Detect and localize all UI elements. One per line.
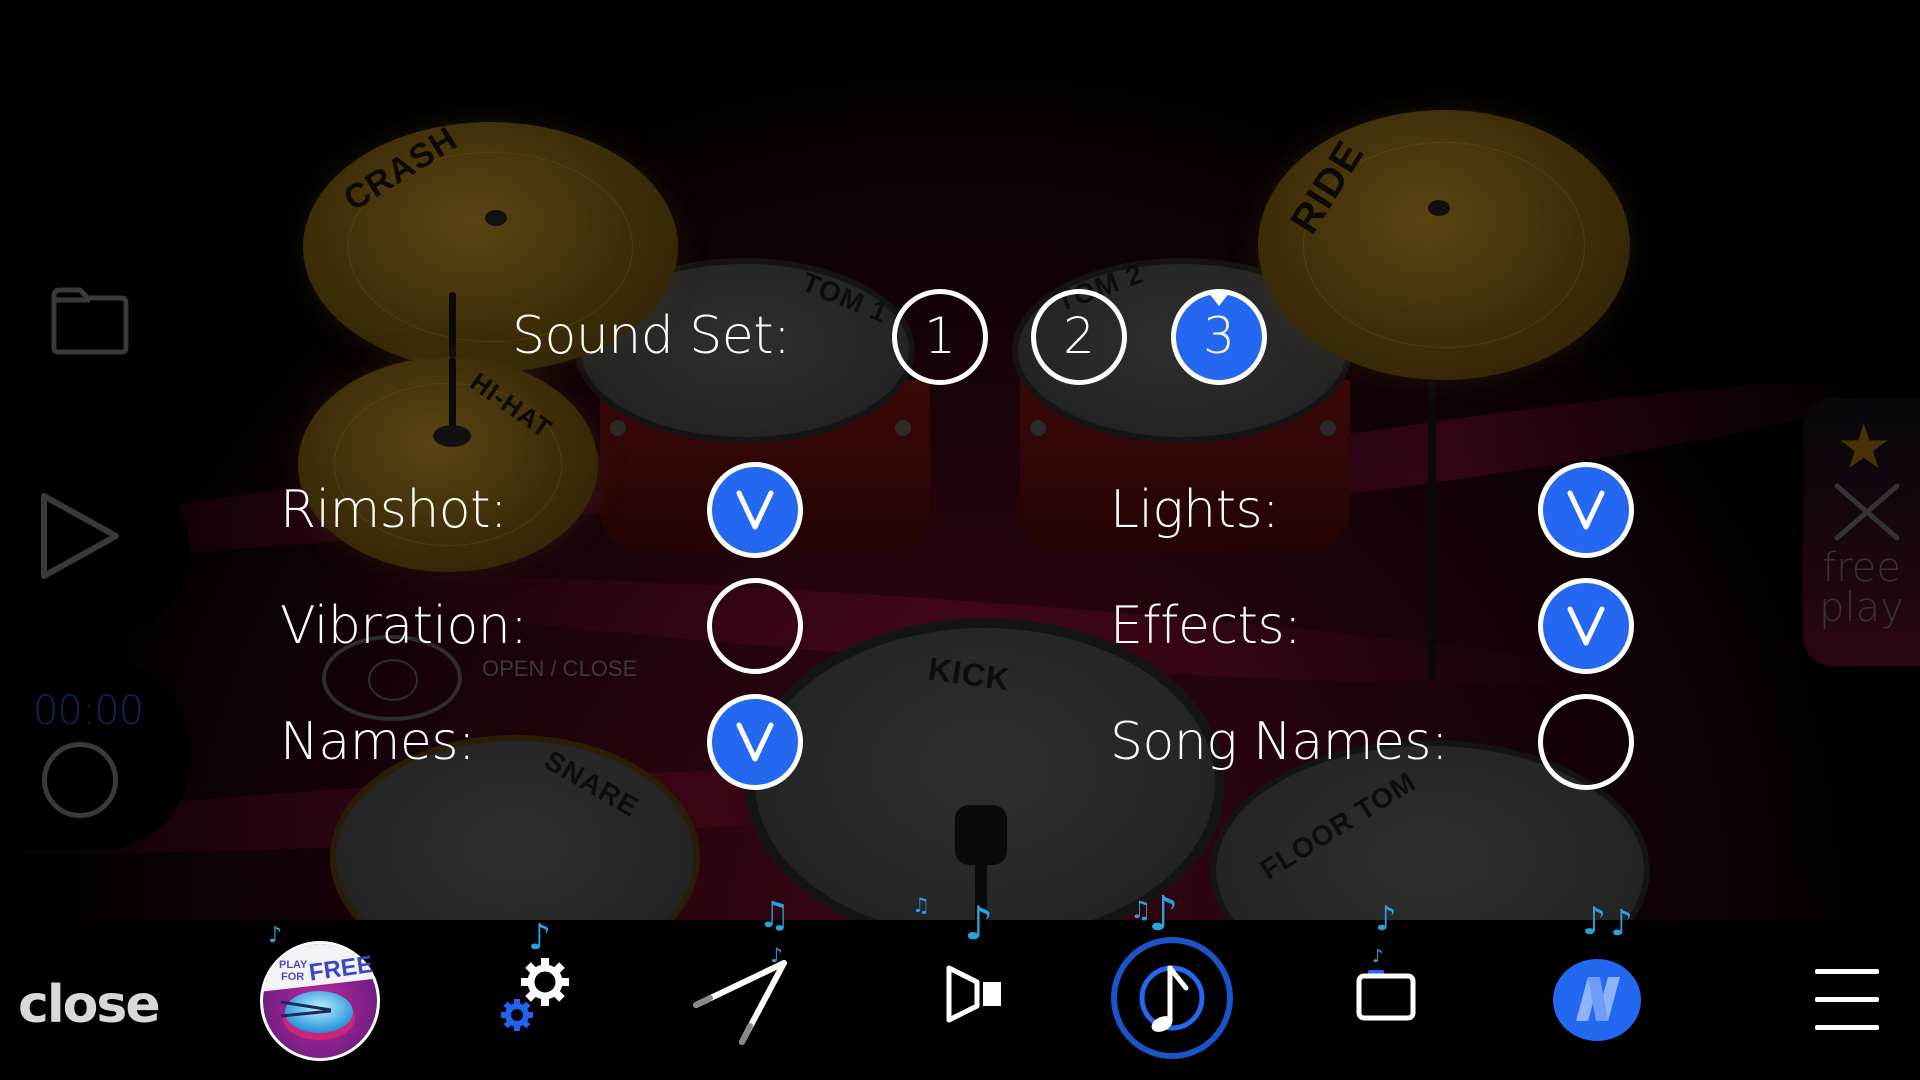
check-icon (736, 490, 774, 530)
names-label: Names: (280, 712, 476, 772)
menu-button[interactable] (1815, 965, 1879, 1033)
music-note-decoration: ♫ (758, 895, 791, 936)
play-for-free-button[interactable]: PLAY FOR FREE (259, 940, 381, 1062)
free-play-line2: play (1819, 585, 1904, 631)
sound-set-label: Sound Set: (512, 306, 791, 366)
music-note-icon (1111, 937, 1233, 1059)
vibration-label: Vibration: (280, 596, 528, 656)
close-button[interactable]: close (18, 975, 161, 1035)
lug (1030, 420, 1046, 436)
lights-checkbox[interactable] (1538, 462, 1634, 558)
check-icon (1567, 490, 1605, 530)
music-note-decoration: ♪ (1582, 899, 1607, 943)
window-icon (1356, 970, 1416, 1021)
lug (1320, 420, 1336, 436)
play-icon[interactable] (38, 490, 122, 582)
music-note-decoration: ♪ (770, 943, 783, 967)
gears-icon (501, 958, 569, 1031)
lights-label: Lights: (1110, 480, 1280, 540)
music-note-decoration: ♪ (528, 917, 551, 958)
music-note-decoration: ♫ (912, 893, 930, 917)
effects-label: Effects: (1110, 596, 1302, 656)
check-icon (736, 722, 774, 762)
song-names-label: Song Names: (1110, 712, 1449, 772)
star-icon: ★ (1836, 410, 1892, 483)
free-play-line1: free (1822, 545, 1901, 591)
music-note-decoration: ♪ (1610, 903, 1633, 944)
settings-button[interactable] (495, 955, 575, 1035)
ride-bell (1428, 200, 1450, 216)
crossed-sticks-icon (1834, 483, 1900, 541)
window-button[interactable] (1356, 970, 1416, 1022)
sound-set-option-1[interactable]: 1 (892, 289, 988, 385)
kick-beater (955, 805, 1007, 865)
names-checkbox[interactable] (707, 694, 803, 790)
hihat-bell (433, 425, 471, 447)
ride-cymbal[interactable] (1258, 110, 1630, 380)
n-logo-icon (1553, 959, 1641, 1041)
drum-kit-background: TOM 1 TOM 2 KICK SNARE FLOOR TOM CRASH H… (0, 0, 1920, 920)
folder-icon[interactable] (50, 286, 130, 356)
record-icon[interactable] (42, 742, 118, 818)
crash-bell (485, 210, 507, 226)
music-note-decoration: ♪ (1148, 886, 1179, 942)
music-note-decoration: ♪ (1372, 946, 1384, 967)
lug (895, 420, 911, 436)
sound-set-option-2[interactable]: 2 (1031, 289, 1127, 385)
hihat-open-close-hint: OPEN / CLOSE (482, 656, 638, 681)
music-note-decoration: ♪ (268, 923, 283, 948)
n-logo-button[interactable] (1552, 955, 1642, 1045)
check-icon (1567, 606, 1605, 646)
hamburger-icon (1815, 969, 1879, 1030)
speaker-icon (946, 965, 1001, 1023)
lug (610, 420, 626, 436)
sound-button[interactable] (945, 962, 1005, 1026)
rimshot-label: Rimshot: (280, 480, 508, 540)
song-names-checkbox[interactable] (1538, 694, 1634, 790)
play-for-free-line1: PLAY (279, 959, 308, 971)
play-for-free-line2: FOR (281, 971, 304, 983)
music-button[interactable] (1110, 936, 1234, 1060)
music-note-decoration: ♪ (1375, 899, 1397, 939)
music-note-decoration: ♪ (964, 896, 994, 950)
sticks-button[interactable] (690, 958, 792, 1048)
sound-set-option-3[interactable]: 3 (1171, 289, 1267, 385)
effects-checkbox[interactable] (1538, 578, 1634, 674)
rimshot-checkbox[interactable] (707, 462, 803, 558)
ride-stand (1428, 380, 1436, 680)
vibration-checkbox[interactable] (707, 578, 803, 674)
drumsticks-icon (693, 960, 787, 1045)
drum-badge-icon: PLAY FOR FREE (260, 941, 380, 1061)
timer-display: 00:00 (32, 688, 144, 734)
free-play-tab[interactable]: ★ free play (1803, 398, 1920, 666)
